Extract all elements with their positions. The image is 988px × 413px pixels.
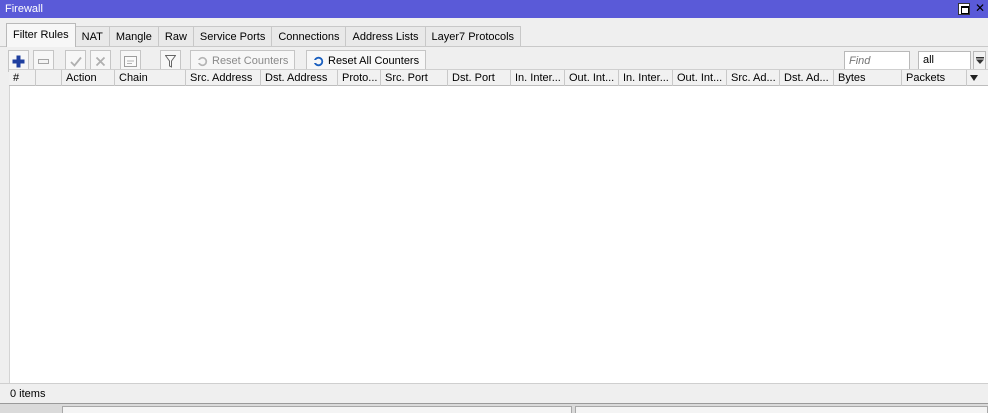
col-header-dst-address[interactable]: Dst. Address [261, 70, 338, 86]
tab-service-ports[interactable]: Service Ports [192, 26, 273, 47]
col-header-action[interactable]: Action [62, 70, 115, 86]
status-bar: 0 items [0, 383, 988, 403]
window-title: Firewall [5, 3, 43, 15]
col-header-chain[interactable]: Chain [115, 70, 186, 86]
tab-filter-rules[interactable]: Filter Rules [6, 23, 76, 47]
rules-table-body[interactable] [9, 86, 988, 383]
reset-all-counters-label: Reset All Counters [328, 55, 420, 67]
col-header-packets[interactable]: Packets [902, 70, 967, 86]
funnel-icon [165, 54, 176, 68]
filter-select[interactable]: all [918, 51, 971, 70]
bottom-panel-strip [0, 403, 988, 413]
tab-layer7-protocols[interactable]: Layer7 Protocols [424, 26, 522, 47]
reset-icon [197, 56, 208, 66]
dropdown-arrow-icon [970, 75, 978, 81]
item-count: 0 items [10, 388, 46, 400]
col-header-dst-port[interactable]: Dst. Port [448, 70, 511, 86]
tab-address-lists[interactable]: Address Lists [345, 26, 426, 47]
col-header-in-interface[interactable]: In. Inter... [511, 70, 565, 86]
check-icon [69, 56, 82, 67]
col-header-out-interface-list[interactable]: Out. Int... [673, 70, 727, 86]
tab-divider [0, 46, 988, 47]
maximize-button[interactable] [958, 3, 970, 15]
window-titlebar: Firewall ✕ [0, 0, 988, 18]
filter-dropdown-button[interactable] [973, 51, 986, 70]
firewall-window: Filter Rules NAT Mangle Raw Service Port… [0, 18, 988, 413]
tab-mangle[interactable]: Mangle [108, 26, 159, 47]
table-header: # Action Chain Src. Address Dst. Address… [9, 69, 988, 86]
bottom-pane-right [575, 406, 988, 413]
comment-icon [124, 55, 137, 67]
col-header-flags[interactable] [36, 70, 62, 86]
col-header-bytes[interactable]: Bytes [834, 70, 902, 86]
tab-raw[interactable]: Raw [157, 26, 194, 47]
col-header-dst-address-list[interactable]: Dst. Ad... [780, 70, 834, 86]
x-icon [95, 56, 106, 66]
find-input[interactable] [844, 51, 910, 70]
bottom-pane-left [62, 406, 572, 413]
col-header-src-port[interactable]: Src. Port [381, 70, 448, 86]
col-header-protocol[interactable]: Proto... [338, 70, 381, 86]
minus-icon [38, 58, 49, 64]
column-menu-button[interactable] [967, 70, 988, 86]
col-header-src-address-list[interactable]: Src. Ad... [727, 70, 780, 86]
tab-connections[interactable]: Connections [271, 26, 347, 47]
reset-icon [313, 56, 324, 66]
reset-counters-label: Reset Counters [212, 55, 289, 67]
tab-bar: Filter Rules NAT Mangle Raw Service Port… [6, 23, 522, 47]
col-header-number[interactable]: # [9, 70, 36, 86]
tab-nat[interactable]: NAT [74, 26, 110, 47]
dropdown-arrow-icon [976, 57, 984, 64]
plus-icon [12, 55, 25, 67]
close-button[interactable]: ✕ [974, 2, 986, 15]
col-header-out-interface[interactable]: Out. Int... [565, 70, 619, 86]
col-header-src-address[interactable]: Src. Address [186, 70, 261, 86]
col-header-in-interface-list[interactable]: In. Inter... [619, 70, 673, 86]
